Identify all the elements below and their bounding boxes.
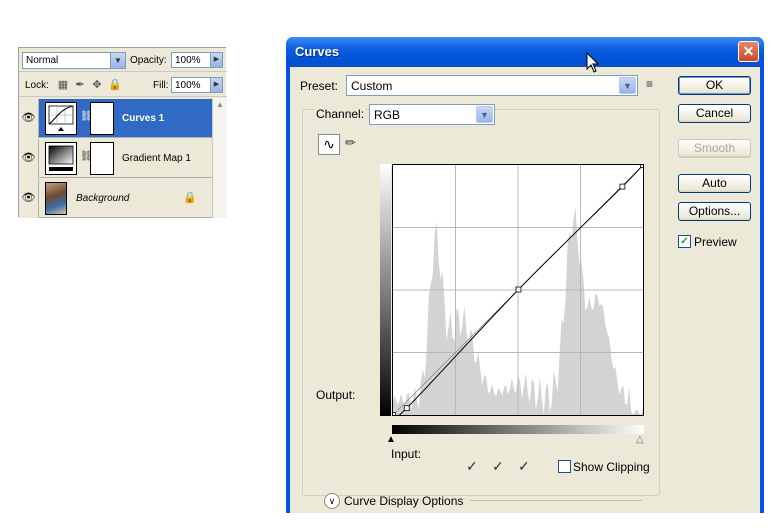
lock-icon: 🔒 bbox=[183, 192, 197, 204]
blend-mode-select[interactable]: Normal ▼ bbox=[22, 52, 126, 69]
lock-pixels-icon[interactable]: ✒ bbox=[74, 79, 86, 91]
white-point-slider-icon[interactable]: △ bbox=[636, 435, 644, 445]
lock-transparency-icon[interactable]: ▦ bbox=[57, 79, 69, 91]
input-gradient-bar bbox=[392, 425, 644, 434]
chevron-right-icon[interactable]: ▶ bbox=[210, 53, 222, 67]
visibility-eye-icon[interactable]: 👁 bbox=[19, 139, 39, 178]
curve-control-point bbox=[393, 412, 396, 415]
fill-value: 100% bbox=[175, 80, 201, 91]
layers-scrollbar[interactable]: ▲ bbox=[212, 98, 227, 218]
opacity-value: 100% bbox=[175, 55, 201, 66]
curves-adjustment-thumbnail bbox=[45, 102, 77, 135]
preset-options-icon[interactable]: ≡ bbox=[646, 77, 653, 91]
auto-button[interactable]: Auto bbox=[678, 174, 751, 193]
curves-thumb-icon bbox=[48, 105, 74, 131]
opacity-label: Opacity: bbox=[130, 55, 167, 66]
preview-checkbox[interactable]: ✓ bbox=[678, 235, 691, 248]
chevron-down-icon[interactable]: ▼ bbox=[619, 77, 636, 94]
gradient-map-thumbnail bbox=[45, 142, 77, 175]
preset-select[interactable]: Custom ▼ bbox=[346, 75, 638, 96]
layer-name: Gradient Map 1 bbox=[122, 153, 191, 164]
fill-label: Fill: bbox=[153, 80, 169, 91]
gradient-thumb-icon bbox=[48, 145, 74, 171]
lock-all-icon[interactable]: 🔒 bbox=[108, 79, 122, 91]
input-label: Input: bbox=[391, 447, 422, 461]
chevron-down-icon[interactable]: ▼ bbox=[110, 53, 125, 68]
channel-value: RGB bbox=[374, 108, 401, 122]
curve-control-point bbox=[515, 286, 522, 293]
layers-lock-row: Lock: ▦ ✒ ✥ 🔒 Fill: 100% ▶ bbox=[19, 73, 227, 97]
options-button[interactable]: Options... bbox=[678, 202, 751, 221]
curve-control-point bbox=[640, 165, 643, 168]
channel-label: Channel: bbox=[314, 107, 367, 121]
output-gradient-bar bbox=[380, 164, 391, 416]
layers-panel: Normal ▼ Opacity: 100% ▶ Lock: ▦ ✒ ✥ 🔒 F… bbox=[18, 47, 227, 218]
curve-control-point bbox=[619, 183, 626, 190]
show-clipping-checkbox[interactable] bbox=[558, 460, 571, 473]
white-eyedropper-icon[interactable]: ✓ bbox=[518, 458, 530, 475]
dialog-body: Preset: Custom ▼ ≡ OK Cancel Smooth Auto… bbox=[290, 67, 760, 513]
lock-label: Lock: bbox=[25, 80, 49, 91]
blend-mode-value: Normal bbox=[26, 55, 59, 66]
gray-eyedropper-icon[interactable]: ✓ bbox=[492, 458, 504, 475]
opacity-field[interactable]: 100% ▶ bbox=[171, 52, 223, 68]
layer-name: Curves 1 bbox=[122, 113, 165, 124]
layer-row-curves[interactable]: 👁 ⛓ Curves 1 bbox=[19, 99, 212, 138]
preview-label: Preview bbox=[694, 235, 737, 249]
cancel-button[interactable]: Cancel bbox=[678, 104, 751, 123]
title-bar[interactable]: Curves ✕ bbox=[286, 37, 764, 67]
smooth-button[interactable]: Smooth bbox=[678, 139, 751, 158]
chevron-down-icon[interactable]: ▼ bbox=[476, 106, 493, 123]
layer-row-gradient-map[interactable]: 👁 ⛓ Gradient Map 1 bbox=[19, 139, 212, 178]
pencil-icon[interactable]: ✏ bbox=[345, 135, 356, 151]
black-point-slider-icon[interactable]: ▲ bbox=[386, 435, 396, 445]
layers-top-row: Normal ▼ Opacity: 100% ▶ bbox=[19, 48, 227, 72]
background-photo-thumbnail bbox=[45, 182, 67, 215]
layer-row-background[interactable]: 👁 Background 🔒 bbox=[19, 179, 212, 218]
scroll-up-icon[interactable]: ▲ bbox=[213, 98, 227, 112]
show-clipping-label: Show Clipping bbox=[573, 460, 650, 474]
layer-name: Background bbox=[76, 193, 130, 204]
curve-control-point bbox=[403, 405, 410, 412]
layer-mask-thumbnail[interactable] bbox=[90, 102, 114, 135]
chevron-right-icon[interactable]: ▶ bbox=[210, 78, 222, 92]
mouse-cursor-icon bbox=[586, 52, 600, 73]
fill-field[interactable]: 100% ▶ bbox=[171, 77, 223, 93]
output-label: Output: bbox=[316, 388, 356, 402]
layer-mask-thumbnail[interactable] bbox=[90, 142, 114, 175]
expand-chevron-icon[interactable]: ∨ bbox=[324, 493, 340, 509]
close-button[interactable]: ✕ bbox=[738, 41, 759, 62]
separator-line bbox=[470, 500, 642, 501]
curves-graph-area[interactable]: ▲ △ bbox=[380, 160, 644, 445]
preset-label: Preset: bbox=[300, 79, 339, 93]
curves-graph[interactable] bbox=[392, 164, 644, 416]
lock-position-icon[interactable]: ✥ bbox=[91, 79, 103, 91]
curve-display-options-label: Curve Display Options bbox=[344, 494, 464, 508]
curve-point-tool-icon[interactable]: ∿ bbox=[318, 134, 340, 155]
channel-select[interactable]: RGB ▼ bbox=[369, 104, 495, 125]
preset-value: Custom bbox=[351, 79, 393, 93]
curves-dialog: Curves ✕ Preset: Custom ▼ ≡ OK Cancel Sm… bbox=[286, 37, 764, 513]
visibility-eye-icon[interactable]: 👁 bbox=[19, 99, 39, 138]
black-eyedropper-icon[interactable]: ✓ bbox=[466, 458, 478, 475]
dialog-title: Curves bbox=[295, 44, 340, 59]
visibility-eye-icon[interactable]: 👁 bbox=[19, 179, 39, 218]
ok-button[interactable]: OK bbox=[678, 76, 751, 95]
